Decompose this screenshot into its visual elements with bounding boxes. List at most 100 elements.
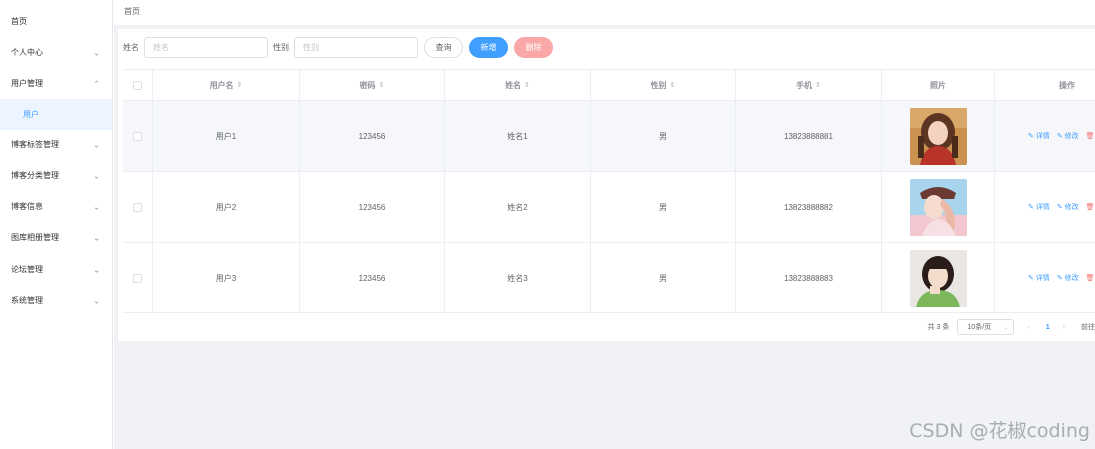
header-label: 姓名 <box>505 80 522 90</box>
gender-label: 性别 <box>273 42 289 52</box>
sort-icon[interactable]: ⇕ <box>670 81 676 89</box>
name-label: 姓名 <box>123 42 139 52</box>
sidebar-item-users[interactable]: 用户 <box>0 99 112 130</box>
sidebar-item-forum[interactable]: 论坛管理 ⌄ <box>0 254 112 285</box>
row-select-cell <box>123 101 153 171</box>
edit-link[interactable]: ✎ 修改 <box>1057 202 1079 212</box>
header-label: 照片 <box>930 80 946 90</box>
main-content: 首页 姓名 性别 查询 新增 删除 用户名⇕ 密码⇕ 姓名⇕ 性别⇕ 手机⇕ 照… <box>114 0 1095 449</box>
sidebar-item-blog-info[interactable]: 博客信息 ⌄ <box>0 191 112 222</box>
cell-actions: ✎ 详情 ✎ 修改 🗑 删 <box>995 101 1095 171</box>
select-all-cell <box>123 70 153 100</box>
detail-link[interactable]: ✎ 详情 <box>1028 202 1050 212</box>
cell-photo <box>882 172 995 242</box>
cell-name: 姓名2 <box>445 172 591 242</box>
pagination-total: 共 3 条 <box>927 324 950 331</box>
breadcrumb-bar: 首页 <box>114 0 1095 25</box>
detail-link[interactable]: ✎ 详情 <box>1028 131 1050 141</box>
sort-icon[interactable]: ⇕ <box>815 81 821 89</box>
cell-photo <box>882 243 995 312</box>
sidebar-item-user-management[interactable]: 用户管理 ⌃ <box>0 68 112 99</box>
user-table: 用户名 ⇕ 密码 ⇕ 姓名 ⇕ 性别 ⇕ 手机 ⇕ 照片 操作 用户1 123456 姓名… <box>123 69 1095 313</box>
header-name[interactable]: 姓名 ⇕ <box>445 70 591 100</box>
cell-actions: ✎ 详情 ✎ 修改 🗑 删 <box>995 243 1095 312</box>
sidebar-item-label: 个人中心 <box>11 48 43 57</box>
header-password[interactable]: 密码 ⇕ <box>300 70 445 100</box>
sort-icon[interactable]: ⇕ <box>524 81 530 89</box>
header-label: 操作 <box>1059 80 1075 90</box>
edit-label: 修改 <box>1064 133 1079 140</box>
page-size-select[interactable]: 10条/页 ⌄ <box>957 319 1015 335</box>
chevron-down-icon: ⌄ <box>93 171 100 180</box>
cell-actions: ✎ 详情 ✎ 修改 🗑 删 <box>995 172 1095 242</box>
delete-link[interactable]: 🗑 删 <box>1086 131 1095 141</box>
sidebar-item-home[interactable]: 首页 <box>0 6 112 37</box>
cell-photo <box>882 101 995 171</box>
sort-icon[interactable]: ⇕ <box>237 81 243 89</box>
name-input[interactable] <box>144 36 268 58</box>
user-photo[interactable] <box>909 178 967 236</box>
sidebar-item-label: 博客信息 <box>11 202 43 211</box>
delete-button[interactable]: 删除 <box>514 36 553 58</box>
header-label: 密码 <box>359 80 376 90</box>
cell-gender: 男 <box>591 243 736 312</box>
detail-link[interactable]: ✎ 详情 <box>1028 273 1050 283</box>
sidebar-item-system[interactable]: 系统管理 ⌄ <box>0 285 112 316</box>
edit-link[interactable]: ✎ 修改 <box>1057 273 1079 283</box>
row-checkbox[interactable] <box>133 273 142 283</box>
table-row: 用户1 123456 姓名1 男 13823888881 ✎ 详情 ✎ 修改 🗑 <box>123 101 1095 172</box>
delete-link[interactable]: 🗑 删 <box>1086 273 1095 283</box>
header-gender[interactable]: 性别 ⇕ <box>591 70 736 100</box>
edit-link[interactable]: ✎ 修改 <box>1057 131 1079 141</box>
chevron-down-icon: ⌄ <box>93 140 100 149</box>
sidebar-item-personal-center[interactable]: 个人中心 ⌄ <box>0 37 112 68</box>
sidebar-item-gallery[interactable]: 图库相册管理 ⌄ <box>0 222 112 253</box>
sidebar-item-blog-tags[interactable]: 博客标签管理 ⌄ <box>0 129 112 160</box>
chevron-down-icon: ⌄ <box>93 296 100 305</box>
cell-username: 用户1 <box>153 101 300 171</box>
sidebar: 首页 个人中心 ⌄ 用户管理 ⌃ 用户 博客标签管理 ⌄ 博客分类管理 ⌄ 博客信息 ⌄ … <box>0 0 113 449</box>
delete-link[interactable]: 🗑 删 <box>1086 202 1095 212</box>
row-select-cell <box>123 243 153 312</box>
detail-label: 详情 <box>1035 204 1050 211</box>
user-photo[interactable] <box>909 249 967 307</box>
next-page-button[interactable]: › <box>1063 324 1065 331</box>
header-label: 手机 <box>796 80 813 90</box>
header-phone[interactable]: 手机 ⇕ <box>736 70 882 100</box>
cell-password: 123456 <box>300 243 445 312</box>
sidebar-item-label: 博客分类管理 <box>11 171 59 180</box>
current-page[interactable]: 1 <box>1046 324 1050 331</box>
chevron-down-icon: ⌄ <box>93 202 100 211</box>
chevron-down-icon: ⌄ <box>93 265 100 274</box>
header-username[interactable]: 用户名 ⇕ <box>153 70 300 100</box>
table-header: 用户名 ⇕ 密码 ⇕ 姓名 ⇕ 性别 ⇕ 手机 ⇕ 照片 操作 <box>123 70 1095 101</box>
row-checkbox[interactable] <box>133 131 142 141</box>
cell-phone: 13823888881 <box>736 101 882 171</box>
select-all-checkbox[interactable] <box>133 80 142 90</box>
breadcrumb[interactable]: 首页 <box>124 6 140 17</box>
gender-input[interactable] <box>294 36 418 58</box>
user-panel: 姓名 性别 查询 新增 删除 用户名⇕ 密码⇕ 姓名⇕ 性别⇕ 手机⇕ 照片 操… <box>118 29 1095 341</box>
cell-password: 123456 <box>300 172 445 242</box>
prev-page-button[interactable]: ‹ <box>1027 324 1029 331</box>
sidebar-item-label: 图库相册管理 <box>11 233 59 242</box>
goto-label: 前往 <box>1081 324 1095 331</box>
sidebar-item-label: 首页 <box>11 17 27 26</box>
header-label: 用户名 <box>209 80 234 90</box>
cell-phone: 13823888882 <box>736 172 882 242</box>
header-label: 性别 <box>650 80 667 90</box>
sidebar-item-label: 论坛管理 <box>11 265 43 274</box>
add-button[interactable]: 新增 <box>469 36 508 58</box>
cell-username: 用户3 <box>153 243 300 312</box>
edit-label: 修改 <box>1064 204 1079 211</box>
sort-icon[interactable]: ⇕ <box>379 81 385 89</box>
row-checkbox[interactable] <box>133 202 142 212</box>
table-row: 用户3 123456 姓名3 男 13823888883 ✎ 详情 ✎ 修改 🗑 <box>123 243 1095 312</box>
user-photo[interactable] <box>909 107 967 165</box>
sidebar-item-blog-categories[interactable]: 博客分类管理 ⌄ <box>0 160 112 191</box>
query-button[interactable]: 查询 <box>424 36 463 58</box>
sidebar-item-label: 系统管理 <box>11 296 43 305</box>
chevron-down-icon: ⌄ <box>93 233 100 242</box>
page-size-value: 10条/页 <box>967 324 992 331</box>
table-row: 用户2 123456 姓名2 男 13823888882 ✎ 详情 ✎ 修改 🗑 <box>123 172 1095 243</box>
